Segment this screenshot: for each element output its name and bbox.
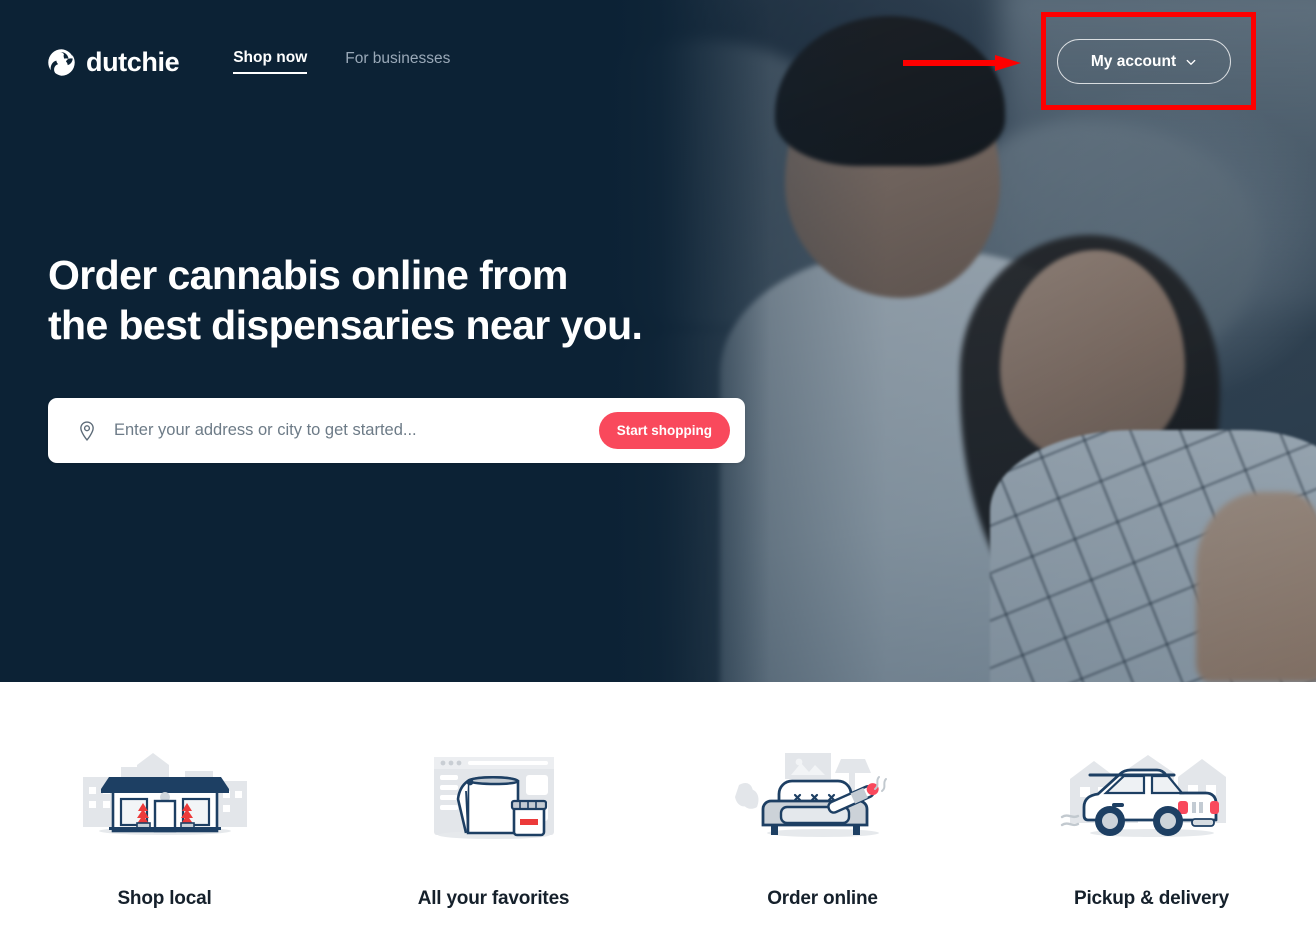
feature-label: All your favorites: [417, 888, 570, 909]
couch-joint-icon: [734, 753, 887, 837]
nav-link-for-businesses[interactable]: For businesses: [345, 51, 450, 74]
feature-pickup-delivery: Pickup & delivery: [987, 682, 1316, 928]
nav-links: Shop now For businesses: [233, 50, 450, 75]
hero-title-line-1: Order cannabis online from: [48, 252, 568, 298]
feature-label: Pickup & delivery: [1073, 888, 1229, 909]
shopping-bag-browser-icon: [433, 757, 554, 839]
delivery-car-icon: [1060, 755, 1226, 837]
my-account-label: My account: [1090, 52, 1177, 70]
location-pin-icon: [80, 420, 94, 441]
storefront-icon: [82, 753, 247, 835]
features-section: Shop local All your favorites Order onli…: [0, 682, 1316, 928]
feature-label: Shop local: [117, 888, 212, 909]
my-account-button[interactable]: My account: [1057, 39, 1231, 84]
chevron-down-icon: [1186, 59, 1196, 65]
hero-title-line-2: the best dispensaries near you.: [48, 302, 643, 349]
page-title: Order cannabis online from the best disp…: [48, 250, 643, 350]
hero-heading-block: Order cannabis online from the best disp…: [48, 250, 643, 350]
brand-logo[interactable]: dutchie: [47, 46, 180, 77]
hero-section: dutchie Shop now For businesses My accou…: [0, 0, 1316, 682]
brand-name: dutchie: [86, 46, 180, 77]
feature-shop-local: Shop local: [0, 682, 329, 928]
dutchie-swirl-icon: [48, 48, 75, 76]
top-navigation-bar: dutchie Shop now For businesses My accou…: [0, 0, 1316, 124]
feature-order-online: Order online: [658, 682, 987, 928]
address-search-bar: Start shopping: [48, 398, 745, 463]
feature-label: Order online: [767, 888, 878, 909]
nav-link-shop-now[interactable]: Shop now: [233, 50, 308, 75]
start-shopping-button[interactable]: Start shopping: [598, 412, 730, 449]
search-input[interactable]: [112, 420, 599, 441]
feature-all-your-favorites: All your favorites: [329, 682, 658, 928]
